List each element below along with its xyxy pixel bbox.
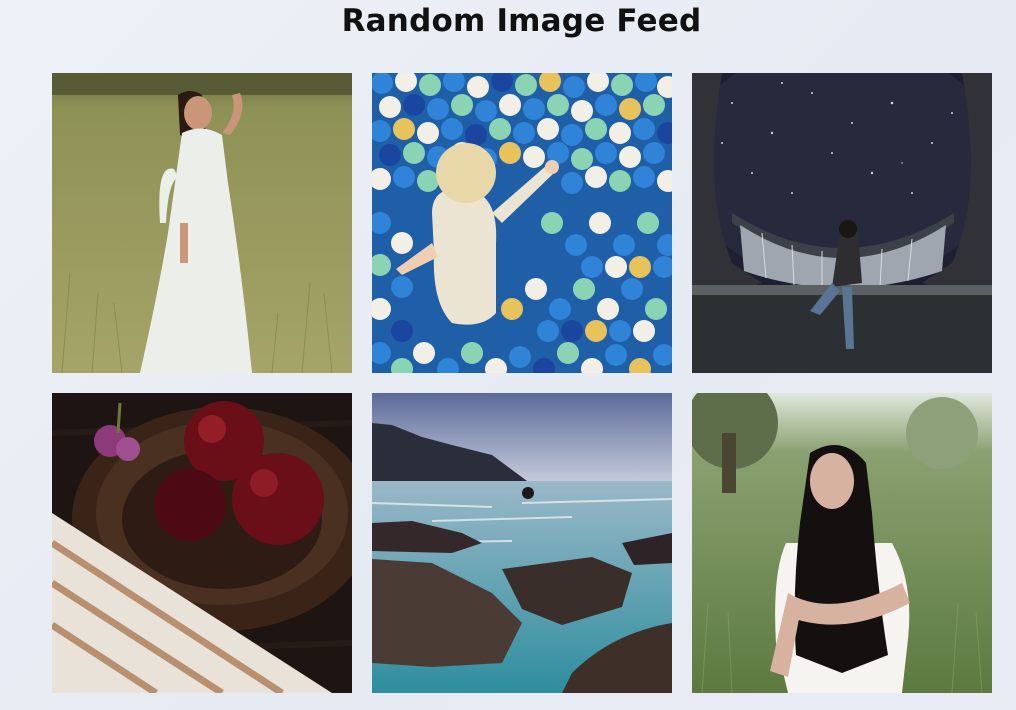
feed-image-rocky-coast[interactable] bbox=[372, 393, 672, 693]
feed-image-apples-bowl[interactable] bbox=[52, 393, 352, 693]
rocky-coast-photo bbox=[372, 393, 672, 693]
image-feed-grid bbox=[52, 73, 992, 693]
page-title: Random Image Feed bbox=[341, 3, 702, 39]
feed-image-starry-dome[interactable] bbox=[692, 73, 992, 373]
woman-field-photo bbox=[52, 73, 352, 373]
starry-dome-photo bbox=[692, 73, 992, 373]
ball-pit-photo bbox=[372, 73, 672, 373]
feed-image-woman-green-field[interactable] bbox=[692, 393, 992, 693]
feed-image-woman-grass-field[interactable] bbox=[52, 73, 352, 373]
feed-image-ball-pit[interactable] bbox=[372, 73, 672, 373]
woman-green-field-photo bbox=[692, 393, 992, 693]
apples-bowl-photo bbox=[52, 393, 352, 693]
